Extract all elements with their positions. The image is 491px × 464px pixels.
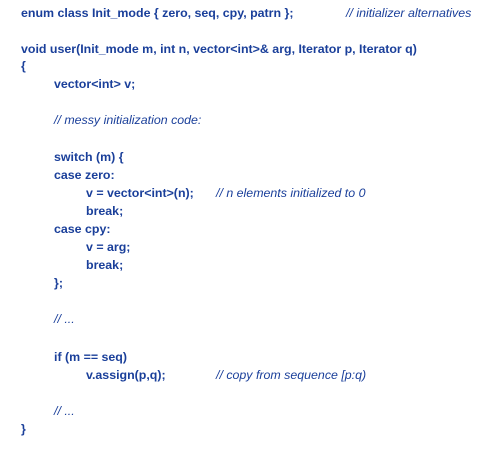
code-line: v.assign(p,q); // copy from sequence [p:… [86, 368, 366, 382]
code-text: vector<int> v; [54, 77, 136, 91]
code-comment: // initializer alternatives [346, 6, 472, 20]
code-text: }; [54, 276, 63, 290]
code-text: case cpy: [54, 222, 111, 236]
code-line: if (m == seq) [54, 350, 127, 364]
code-line: case cpy: [54, 222, 110, 236]
code-text: switch (m) { [54, 150, 124, 164]
code-line: v = vector<int>(n); // n elements initia… [86, 186, 365, 200]
code-text: enum class Init_mode { zero, seq, cpy, p… [21, 6, 294, 20]
code-comment: // copy from sequence [p:q) [216, 368, 367, 382]
code-text: void user(Init_mode m, int n, vector<int… [21, 42, 417, 56]
code-text: v = vector<int>(n); [86, 186, 194, 200]
code-line: vector<int> v; [54, 77, 135, 91]
code-line: void user(Init_mode m, int n, vector<int… [21, 42, 417, 56]
code-line: } [21, 422, 35, 436]
code-line: }; [54, 276, 68, 290]
code-line: switch (m) { [54, 150, 124, 164]
code-text: } [21, 422, 26, 436]
code-line: // messy initialization code: [54, 113, 201, 127]
code-text: v.assign(p,q); [86, 368, 166, 382]
code-text: { [21, 59, 26, 73]
code-text: v = arg; [86, 240, 131, 254]
code-line: enum class Init_mode { zero, seq, cpy, p… [21, 6, 471, 20]
code-comment: // ... [54, 312, 75, 326]
code-line: case zero: [54, 168, 115, 182]
code-line: v = arg; [86, 240, 130, 254]
code-line: break; [86, 258, 123, 272]
code-listing: enum class Init_mode { zero, seq, cpy, p… [0, 0, 491, 443]
code-text: break; [86, 204, 124, 218]
code-comment: // messy initialization code: [54, 113, 202, 127]
code-line: // ... [54, 312, 75, 326]
code-text: break; [86, 258, 124, 272]
code-line: // ... [54, 404, 75, 418]
code-comment: // n elements initialized to 0 [216, 186, 366, 200]
code-line: break; [86, 204, 123, 218]
code-text: if (m == seq) [54, 350, 127, 364]
code-text: case zero: [54, 168, 115, 182]
code-line: { [21, 59, 35, 73]
code-comment: // ... [54, 404, 75, 418]
